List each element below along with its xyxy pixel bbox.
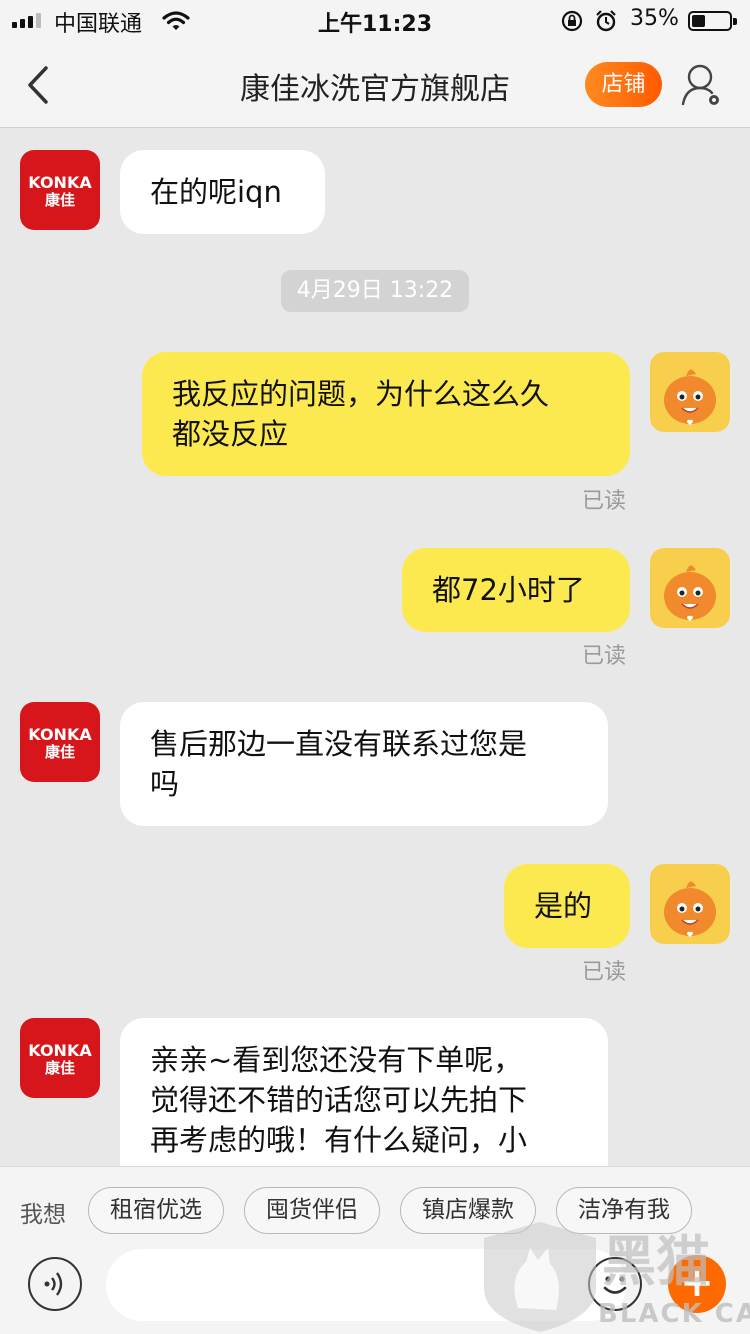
message-text-line: 都没反应 bbox=[172, 417, 289, 451]
quick-reply-label: 我想 bbox=[20, 1202, 66, 1228]
user-avatar[interactable] bbox=[650, 352, 730, 432]
message-timestamp: 4月29日 13:22 bbox=[281, 270, 469, 312]
message-text-line: 再考虑的哦！有什么疑问，小 bbox=[150, 1123, 528, 1157]
message-text-line: 吗 bbox=[150, 767, 180, 801]
user-settings-icon[interactable] bbox=[680, 62, 724, 108]
shop-avatar[interactable]: KONKA 康佳 bbox=[20, 702, 100, 782]
quick-reply-chip[interactable]: 洁净有我 bbox=[556, 1187, 692, 1234]
input-area: 我想 租宿优选 囤货伴侣 镇店爆款 洁净有我 + bbox=[0, 1166, 750, 1334]
more-options-plus-icon[interactable]: + bbox=[668, 1255, 726, 1313]
message-text-line: 售后那边一直没有联系过您是 bbox=[150, 727, 528, 761]
navigation-bar: 康佳冰洗官方旗舰店 店铺 bbox=[0, 42, 750, 128]
read-status: 已读 bbox=[582, 960, 627, 985]
quick-reply-chip[interactable]: 镇店爆款 bbox=[400, 1187, 536, 1234]
message-text-line: 觉得还不错的话您可以先拍下 bbox=[150, 1083, 528, 1117]
message-text-line: 都72小时了 bbox=[432, 573, 585, 607]
konka-logo-text: KONKA bbox=[28, 173, 92, 192]
quick-reply-chip[interactable]: 囤货伴侣 bbox=[244, 1187, 380, 1234]
user-avatar[interactable] bbox=[650, 548, 730, 628]
konka-logo-cn: 康佳 bbox=[44, 1059, 75, 1077]
message-bubble-right[interactable]: 我反应的问题，为什么这么久 都没反应 bbox=[142, 352, 630, 476]
voice-input-icon[interactable] bbox=[28, 1257, 82, 1311]
battery-icon bbox=[688, 11, 737, 31]
rotation-lock-icon bbox=[560, 9, 584, 37]
konka-logo-cn: 康佳 bbox=[44, 743, 75, 761]
message-text-line: 在的呢iqn bbox=[150, 175, 282, 209]
orange-mascot-icon bbox=[664, 881, 716, 937]
message-bubble-left[interactable]: 在的呢iqn bbox=[120, 150, 325, 234]
konka-logo-cn: 康佳 bbox=[44, 191, 75, 209]
alarm-icon bbox=[594, 9, 618, 37]
message-text-line: 亲亲~看到您还没有下单呢， bbox=[150, 1043, 523, 1077]
shop-avatar[interactable]: KONKA 康佳 bbox=[20, 150, 100, 230]
message-bubble-left[interactable]: 售后那边一直没有联系过您是 吗 bbox=[120, 702, 608, 826]
orange-mascot-icon bbox=[664, 369, 716, 425]
message-bubble-right[interactable]: 是的 bbox=[504, 864, 630, 948]
read-status: 已读 bbox=[582, 644, 627, 669]
shop-avatar[interactable]: KONKA 康佳 bbox=[20, 1018, 100, 1098]
battery-percentage: 35% bbox=[630, 6, 679, 31]
status-bar: 中国联通 上午11:23 35% bbox=[0, 0, 750, 42]
message-text-line: 是的 bbox=[534, 889, 593, 923]
message-text-line: 我反应的问题，为什么这么久 bbox=[172, 377, 550, 411]
konka-logo-text: KONKA bbox=[28, 1041, 92, 1060]
orange-mascot-icon bbox=[664, 565, 716, 621]
read-status: 已读 bbox=[582, 489, 627, 514]
shop-button[interactable]: 店铺 bbox=[585, 62, 662, 107]
emoji-icon[interactable] bbox=[588, 1257, 642, 1311]
user-avatar[interactable] bbox=[650, 864, 730, 944]
konka-logo-text: KONKA bbox=[28, 725, 92, 744]
quick-reply-chip[interactable]: 租宿优选 bbox=[88, 1187, 224, 1234]
message-bubble-right[interactable]: 都72小时了 bbox=[402, 548, 630, 632]
message-input[interactable] bbox=[106, 1249, 626, 1321]
